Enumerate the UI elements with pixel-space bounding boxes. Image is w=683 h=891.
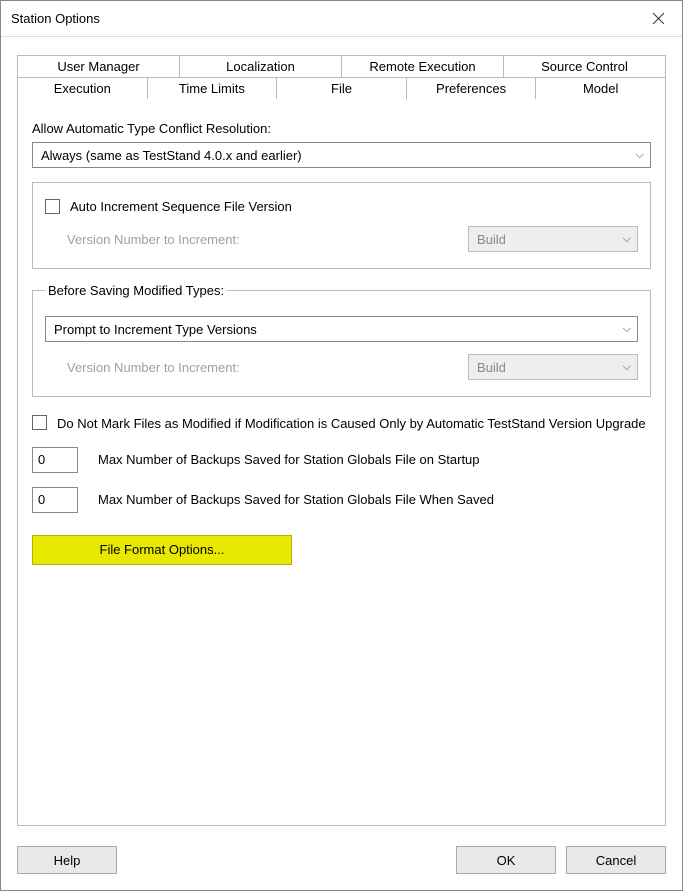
before-saving-version-label: Version Number to Increment:	[67, 360, 240, 375]
chevron-down-icon: ⌵	[623, 361, 631, 374]
before-saving-legend: Before Saving Modified Types:	[45, 283, 227, 298]
file-format-options-button[interactable]: File Format Options...	[32, 535, 292, 565]
file-tab-panel: Allow Automatic Type Conflict Resolution…	[17, 99, 666, 826]
close-icon[interactable]	[644, 9, 672, 29]
ok-button[interactable]: OK	[456, 846, 556, 874]
tab-rows: User Manager Localization Remote Executi…	[17, 55, 666, 100]
do-not-mark-checkbox[interactable]	[32, 415, 47, 430]
auto-increment-label: Auto Increment Sequence File Version	[70, 199, 292, 214]
tabs-area: User Manager Localization Remote Executi…	[17, 55, 666, 826]
do-not-mark-label: Do Not Mark Files as Modified if Modific…	[57, 415, 646, 433]
cancel-button[interactable]: Cancel	[566, 846, 666, 874]
tab-localization[interactable]: Localization	[180, 55, 342, 77]
tab-model[interactable]: Model	[536, 77, 666, 100]
tab-row-2: Execution Time Limits File Preferences M…	[17, 77, 666, 100]
version-to-increment-value: Build	[477, 232, 506, 247]
before-saving-version-value: Build	[477, 360, 506, 375]
do-not-mark-row: Do Not Mark Files as Modified if Modific…	[32, 415, 651, 433]
max-saved-input[interactable]	[32, 487, 78, 513]
max-saved-label: Max Number of Backups Saved for Station …	[98, 492, 494, 507]
window-title: Station Options	[11, 11, 100, 26]
before-saving-version-select: Build ⌵	[468, 354, 638, 380]
tab-source-control[interactable]: Source Control	[504, 55, 666, 77]
tab-preferences[interactable]: Preferences	[407, 77, 537, 100]
before-saving-value: Prompt to Increment Type Versions	[54, 322, 257, 337]
before-saving-select[interactable]: Prompt to Increment Type Versions ⌵	[45, 316, 638, 342]
chevron-down-icon: ⌵	[623, 233, 631, 246]
help-button[interactable]: Help	[17, 846, 117, 874]
conflict-resolution-value: Always (same as TestStand 4.0.x and earl…	[41, 148, 302, 163]
version-to-increment-select: Build ⌵	[468, 226, 638, 252]
chevron-down-icon: ⌵	[636, 149, 644, 162]
chevron-down-icon: ⌵	[623, 323, 631, 336]
tab-file[interactable]: File	[277, 77, 407, 100]
auto-increment-group: Auto Increment Sequence File Version Ver…	[32, 182, 651, 269]
content-area: User Manager Localization Remote Executi…	[1, 37, 682, 836]
tab-time-limits[interactable]: Time Limits	[148, 77, 278, 100]
before-saving-group: Before Saving Modified Types: Prompt to …	[32, 283, 651, 397]
max-startup-label: Max Number of Backups Saved for Station …	[98, 452, 480, 467]
dialog-footer: Help OK Cancel	[1, 836, 682, 890]
conflict-resolution-label: Allow Automatic Type Conflict Resolution…	[32, 121, 651, 136]
conflict-resolution-select[interactable]: Always (same as TestStand 4.0.x and earl…	[32, 142, 651, 168]
auto-increment-checkbox[interactable]	[45, 199, 60, 214]
tab-row-1: User Manager Localization Remote Executi…	[17, 55, 666, 77]
max-startup-row: Max Number of Backups Saved for Station …	[32, 447, 651, 473]
tab-user-manager[interactable]: User Manager	[17, 55, 180, 77]
tab-execution[interactable]: Execution	[17, 77, 148, 100]
max-saved-row: Max Number of Backups Saved for Station …	[32, 487, 651, 513]
max-startup-input[interactable]	[32, 447, 78, 473]
tab-remote-execution[interactable]: Remote Execution	[342, 55, 504, 77]
titlebar: Station Options	[1, 1, 682, 37]
version-to-increment-label: Version Number to Increment:	[67, 232, 240, 247]
